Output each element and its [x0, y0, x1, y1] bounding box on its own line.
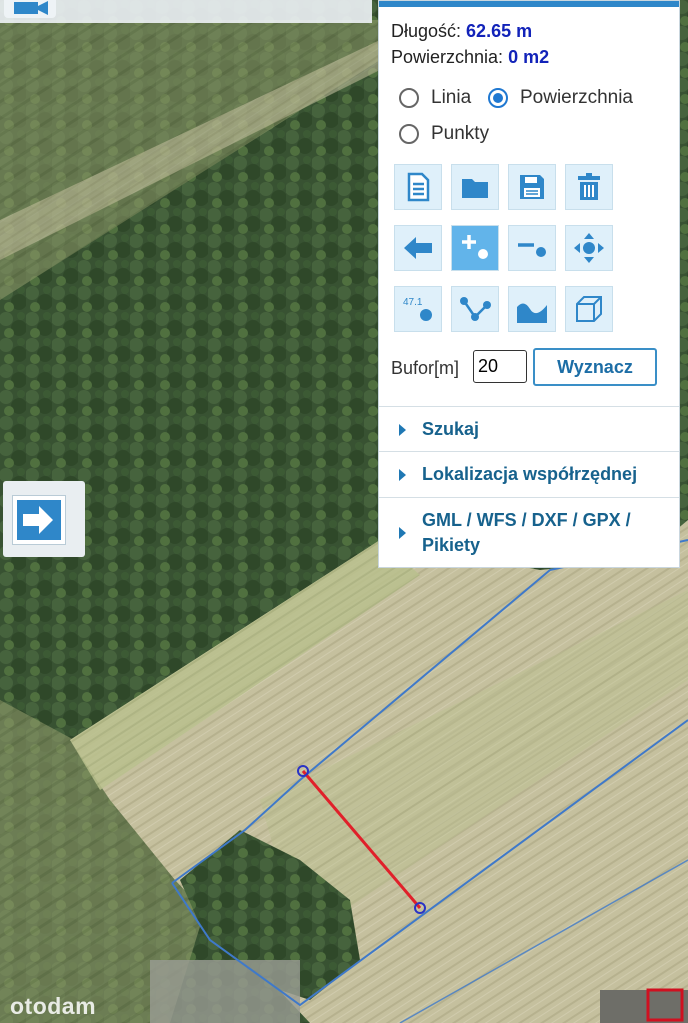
line-point-icon [518, 243, 546, 257]
watermark-logo: otodam [10, 993, 97, 1019]
buffer-label: Bufor[m] [391, 358, 460, 378]
polyline-button[interactable] [451, 286, 499, 332]
caret-right-icon [399, 424, 406, 436]
back-arrow-icon [404, 237, 432, 259]
mode-label-linia: Linia [431, 87, 472, 108]
caret-right-icon [399, 527, 406, 539]
mode-label-powierzchnia: Powierzchnia [520, 87, 633, 108]
svg-text:47.1: 47.1 [403, 297, 423, 308]
wyznacz-button[interactable]: Wyznacz [533, 348, 657, 386]
mode-option-powierzchnia[interactable]: Powierzchnia [488, 87, 633, 109]
new-document-icon [407, 172, 430, 202]
profile-button[interactable] [508, 286, 556, 332]
length-row: Długość: 62.65 m [391, 21, 532, 42]
radio-punkty[interactable] [399, 124, 419, 144]
trash-icon [578, 173, 600, 200]
mode-label-punkty: Punkty [431, 123, 490, 144]
open-button[interactable] [451, 164, 499, 210]
section-szukaj[interactable]: Szukaj [379, 406, 679, 451]
length-value: 62.65 m [466, 21, 533, 41]
move-button[interactable] [565, 225, 613, 271]
section-gml[interactable]: GML / WFS / DXF / GPX / Pikiety [379, 497, 679, 567]
polyline-icon [460, 297, 491, 321]
area-value: 0 m2 [508, 47, 550, 67]
radio-linia[interactable] [399, 88, 419, 108]
section-label-szukaj: Szukaj [422, 419, 480, 439]
mode-option-punkty[interactable]: Punkty [399, 123, 489, 145]
3d-box-icon [576, 296, 602, 322]
radio-powierzchnia[interactable] [488, 88, 508, 108]
area-label: Powierzchnia: [391, 47, 504, 67]
new-measurement-button[interactable] [394, 164, 442, 210]
measurement-panel: Długość: 62.65 m Powierzchnia: 0 m2 Lini… [378, 0, 680, 568]
elevation-point-button[interactable]: 47.1 [394, 286, 442, 332]
expand-panel-button[interactable] [12, 495, 66, 545]
move-icon [574, 233, 604, 263]
area-row: Powierzchnia: 0 m2 [391, 47, 549, 68]
undo-button[interactable] [394, 225, 442, 271]
top-toolbar [0, 0, 372, 23]
elevation-point-icon: 47.1 [403, 297, 432, 321]
section-lokalizacja[interactable]: Lokalizacja współrzędnej [379, 451, 679, 497]
buffer-input[interactable] [473, 350, 527, 383]
open-folder-icon [462, 179, 488, 198]
delete-button[interactable] [565, 164, 613, 210]
save-button[interactable] [508, 164, 556, 210]
save-icon [520, 175, 544, 199]
section-label-lokalizacja: Lokalizacja współrzędnej [422, 464, 638, 484]
section-label-gml: GML / WFS / DXF / GPX / Pikiety [422, 510, 631, 555]
arrow-right-icon [17, 500, 61, 540]
line-point-button[interactable] [508, 225, 556, 271]
add-point-button[interactable] [451, 225, 499, 271]
profile-icon [517, 303, 547, 323]
camera-icon[interactable] [4, 0, 56, 18]
3d-view-button[interactable] [565, 286, 613, 332]
caret-right-icon [399, 469, 406, 481]
length-label: Długość: [391, 21, 462, 41]
panel-header-bar [379, 1, 679, 7]
mode-option-linia[interactable]: Linia [399, 87, 471, 109]
add-point-icon [462, 235, 488, 259]
